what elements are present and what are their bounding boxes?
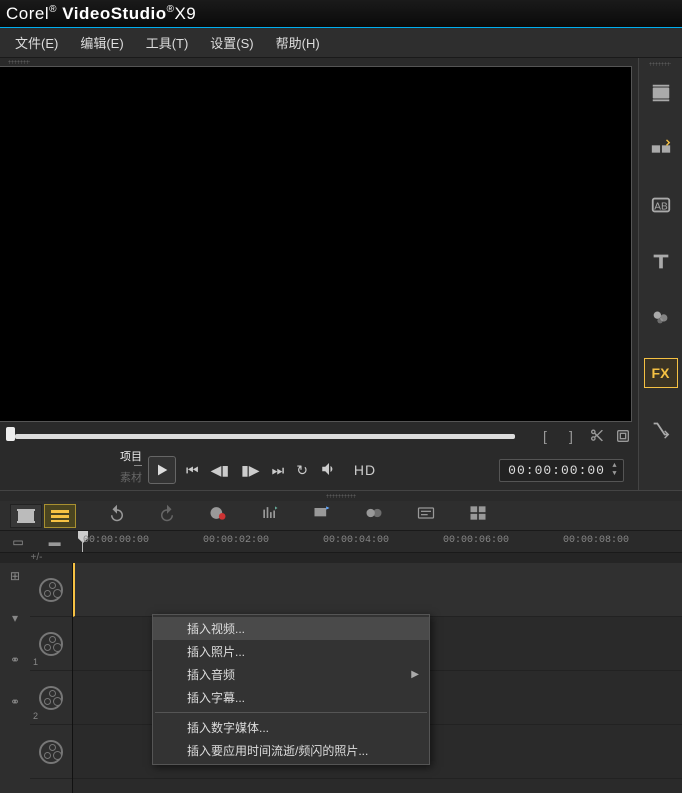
- mark-in-icon[interactable]: [: [536, 427, 554, 445]
- menu-file[interactable]: 文件(E): [4, 28, 69, 57]
- timeline-view-button[interactable]: [44, 504, 76, 528]
- cut-icon[interactable]: [588, 427, 606, 445]
- prev-frame-button[interactable]: ◀▮: [211, 462, 229, 479]
- library-tabs: AB FX: [638, 58, 682, 490]
- lib-title-tab[interactable]: AB: [644, 190, 678, 220]
- ctx-insert-subtitle[interactable]: 插入字幕...: [153, 686, 429, 709]
- lib-text-tab[interactable]: [644, 246, 678, 276]
- app-logo: Corel® VideoStudio®X9: [6, 4, 196, 24]
- preview-panel: [ ] 项目 素材 ⏮ ◀▮ ▮▶: [0, 58, 638, 490]
- ctx-insert-audio[interactable]: 插入音频 ▶: [153, 663, 429, 686]
- menu-settings[interactable]: 设置(S): [199, 28, 264, 57]
- timeline-toolbar: [0, 501, 682, 531]
- hd-toggle[interactable]: HD: [354, 462, 376, 478]
- audio-mixer-button[interactable]: [260, 503, 280, 528]
- timeline-ruler[interactable]: 00:00:00:00 00:00:02:00 00:00:04:00 00:0…: [73, 531, 682, 552]
- title-track-head[interactable]: [30, 725, 72, 779]
- ctx-insert-video[interactable]: 插入视频...: [153, 617, 429, 640]
- volume-button[interactable]: [320, 460, 338, 481]
- menu-help[interactable]: 帮助(H): [265, 28, 331, 57]
- go-end-button[interactable]: ⏭: [272, 462, 285, 479]
- track-dropdown[interactable]: ▾: [12, 611, 18, 625]
- video-track-lane[interactable]: [73, 563, 682, 617]
- playback-mode-labels[interactable]: 项目 素材: [106, 448, 142, 485]
- menu-tools[interactable]: 工具(T): [135, 28, 200, 57]
- play-button[interactable]: [148, 456, 176, 484]
- lib-graphic-tab[interactable]: [644, 302, 678, 332]
- scrub-track[interactable]: [15, 434, 515, 439]
- expand-icon[interactable]: [614, 427, 632, 445]
- ctx-insert-photo[interactable]: 插入照片...: [153, 640, 429, 663]
- ruler-tool-2[interactable]: ▬: [49, 535, 61, 549]
- go-start-button[interactable]: ⏮: [186, 462, 199, 479]
- menu-bar: 文件(E) 编辑(E) 工具(T) 设置(S) 帮助(H): [0, 28, 682, 58]
- zoom-controls[interactable]: +/-: [0, 553, 73, 563]
- effects-button[interactable]: [312, 503, 332, 528]
- next-frame-button[interactable]: ▮▶: [241, 462, 259, 479]
- subtitle-button[interactable]: [416, 503, 436, 528]
- menu-separator: [155, 712, 427, 713]
- timecode-up[interactable]: ▲: [609, 462, 621, 471]
- context-menu: 插入视频... 插入照片... 插入音频 ▶ 插入字幕... 插入数字媒体...…: [152, 614, 430, 765]
- scrub-handle[interactable]: [6, 427, 15, 441]
- lib-media-tab[interactable]: [644, 78, 678, 108]
- ctx-insert-timelapse[interactable]: 插入要应用时间流逝/频闪的照片...: [153, 739, 429, 762]
- track-manager-button[interactable]: ⊞: [10, 569, 20, 583]
- undo-button[interactable]: [108, 504, 126, 527]
- timeline-grip[interactable]: [0, 491, 682, 501]
- timecode-down[interactable]: ▼: [609, 470, 621, 479]
- multi-view-button[interactable]: [468, 503, 488, 528]
- loop-button[interactable]: ↻: [296, 462, 308, 479]
- reel-icon: [39, 686, 63, 710]
- video-track-head-1[interactable]: [30, 563, 72, 617]
- track-link-button[interactable]: ⚭: [10, 653, 20, 667]
- record-button[interactable]: [208, 503, 228, 528]
- track-link-button-2[interactable]: ⚭: [10, 695, 20, 709]
- timecode-display[interactable]: 00:00:00:00 ▲▼: [499, 459, 624, 482]
- panel-grip[interactable]: [0, 58, 638, 66]
- lib-path-tab[interactable]: [644, 414, 678, 444]
- submenu-arrow-icon: ▶: [411, 669, 419, 680]
- storyboard-view-button[interactable]: [10, 504, 42, 528]
- preview-screen[interactable]: [0, 66, 632, 422]
- title-bar: Corel® VideoStudio®X9: [0, 0, 682, 28]
- reel-icon: [39, 740, 63, 764]
- lib-fx-tab[interactable]: FX: [644, 358, 678, 388]
- svg-text:AB: AB: [654, 202, 668, 213]
- lib-transition-tab[interactable]: [644, 134, 678, 164]
- ruler-tool-1[interactable]: ▭: [12, 535, 23, 549]
- redo-button[interactable]: [158, 504, 176, 527]
- overlay-track-head-2[interactable]: 2: [30, 671, 72, 725]
- menu-edit[interactable]: 编辑(E): [69, 28, 134, 57]
- overlay-track-head-1[interactable]: 1: [30, 617, 72, 671]
- ctx-insert-digital-media[interactable]: 插入数字媒体...: [153, 716, 429, 739]
- reel-icon: [39, 632, 63, 656]
- chapter-button[interactable]: [364, 503, 384, 528]
- mark-out-icon[interactable]: ]: [562, 427, 580, 445]
- reel-icon: [39, 578, 63, 602]
